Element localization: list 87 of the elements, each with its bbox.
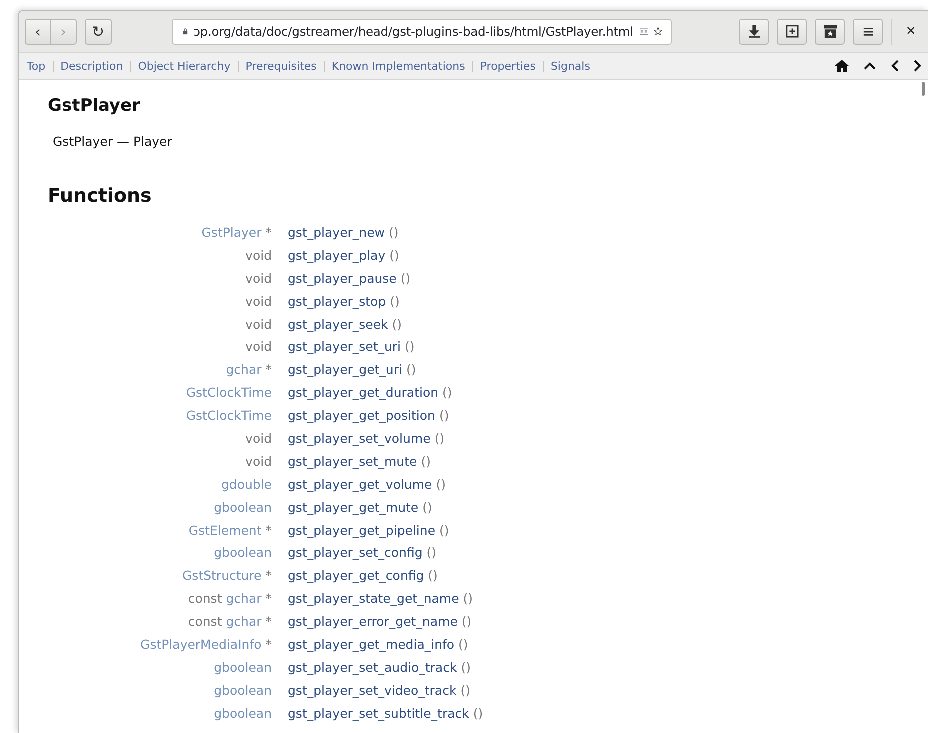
url-text: ɔp.org/data/doc/gstreamer/head/gst-plugins-bad-libs/html/GstPlayer.html bbox=[194, 24, 634, 38]
function-link[interactable]: gst_player_set_config bbox=[288, 545, 423, 560]
function-link[interactable]: gst_player_error_get_name bbox=[288, 614, 458, 630]
lock-icon bbox=[182, 26, 188, 37]
function-link[interactable]: gst_player_get_config bbox=[288, 568, 424, 584]
parentheses: () bbox=[461, 660, 471, 675]
nav-link[interactable]: Description bbox=[60, 60, 124, 72]
return-type: void bbox=[246, 294, 272, 309]
function-link[interactable]: gst_player_set_subtitle_track bbox=[288, 706, 470, 721]
nav-link[interactable]: Properties bbox=[480, 60, 536, 72]
parentheses: () bbox=[392, 316, 402, 332]
function-link[interactable]: gst_player_new bbox=[288, 224, 385, 240]
return-type: void bbox=[246, 454, 272, 469]
parentheses: () bbox=[442, 385, 452, 400]
parentheses: () bbox=[458, 636, 468, 652]
parentheses: () bbox=[460, 682, 470, 698]
parentheses: () bbox=[405, 339, 415, 354]
section-heading: Functions bbox=[48, 185, 153, 207]
function-link[interactable]: gst_player_get_position bbox=[288, 408, 436, 424]
parentheses: () bbox=[434, 430, 445, 446]
parentheses: () bbox=[463, 591, 474, 606]
function-link[interactable]: gst_player_set_volume bbox=[288, 430, 431, 446]
reload-button[interactable]: ↻ bbox=[85, 18, 112, 44]
type-qualifier: const bbox=[188, 591, 222, 606]
pointer-mark: * bbox=[266, 636, 272, 652]
download-icon bbox=[748, 25, 760, 38]
parentheses: () bbox=[406, 362, 416, 378]
parentheses: () bbox=[473, 706, 484, 721]
parentheses: () bbox=[421, 454, 431, 469]
download-button[interactable] bbox=[739, 18, 769, 44]
function-link[interactable]: gst_player_get_media_info bbox=[288, 636, 455, 652]
plus-box-icon bbox=[786, 25, 798, 38]
nav-link[interactable]: Signals bbox=[550, 60, 590, 72]
menu-icon bbox=[862, 26, 874, 36]
function-link[interactable]: gst_player_set_mute bbox=[288, 454, 418, 469]
menu-button[interactable] bbox=[853, 18, 883, 44]
return-type: void bbox=[246, 270, 272, 286]
function-link[interactable]: gst_player_state_get_name bbox=[288, 591, 460, 606]
parentheses: () bbox=[390, 294, 400, 309]
function-link[interactable]: gst_player_get_uri bbox=[288, 362, 402, 378]
parentheses: () bbox=[426, 545, 437, 560]
function-link[interactable]: gst_player_set_uri bbox=[288, 339, 402, 354]
function-link[interactable]: gst_player_get_duration bbox=[288, 385, 439, 400]
parentheses: () bbox=[428, 568, 438, 584]
parentheses: () bbox=[439, 408, 450, 424]
return-type: void bbox=[246, 316, 272, 332]
address-bar[interactable]: ɔp.org/data/doc/gstreamer/head/gst-plugins-bad-libs/html/GstPlayer.html bbox=[172, 18, 672, 44]
nav-link[interactable]: Known Implementations bbox=[332, 60, 466, 72]
type-qualifier: const bbox=[188, 614, 222, 630]
pointer-mark: * bbox=[266, 591, 272, 606]
return-type: void bbox=[246, 430, 272, 446]
function-link[interactable]: gst_player_get_pipeline bbox=[288, 522, 436, 538]
function-link[interactable]: gst_player_get_mute bbox=[288, 500, 419, 515]
parentheses: () bbox=[400, 270, 411, 286]
return-type: void bbox=[246, 248, 272, 263]
function-link[interactable]: gst_player_seek bbox=[288, 316, 388, 332]
pointer-mark: * bbox=[266, 224, 272, 240]
parentheses: () bbox=[388, 224, 399, 240]
function-link[interactable]: gst_player_set_video_track bbox=[288, 682, 457, 698]
function-link[interactable]: gst_player_play bbox=[288, 248, 386, 263]
page-description: GstPlayer — Player bbox=[53, 134, 174, 149]
pointer-mark: * bbox=[266, 568, 272, 584]
pocket-button[interactable] bbox=[815, 18, 845, 44]
close-button[interactable]: × bbox=[900, 22, 922, 40]
parentheses: () bbox=[440, 522, 450, 538]
scrollbar[interactable] bbox=[922, 82, 925, 96]
box-star-icon bbox=[824, 25, 836, 38]
parentheses: () bbox=[436, 476, 446, 492]
page-title: GstPlayer bbox=[48, 96, 142, 116]
pointer-mark: * bbox=[266, 522, 272, 538]
reader-view-icon[interactable] bbox=[640, 26, 648, 38]
new-tab-button[interactable] bbox=[777, 18, 807, 44]
function-link[interactable]: gst_player_pause bbox=[288, 270, 397, 286]
nav-link[interactable]: Top bbox=[27, 60, 46, 72]
nav-link[interactable]: Prerequisites bbox=[246, 60, 317, 72]
nav-link[interactable]: Object Hierarchy bbox=[138, 60, 231, 72]
parentheses: () bbox=[390, 248, 400, 263]
function-link[interactable]: gst_player_get_volume bbox=[288, 476, 432, 492]
pointer-mark: * bbox=[266, 362, 272, 378]
home-icon[interactable] bbox=[835, 60, 849, 72]
function-link[interactable]: gst_player_set_audio_track bbox=[288, 660, 458, 675]
parentheses: () bbox=[422, 500, 432, 515]
pointer-mark: * bbox=[266, 614, 272, 630]
function-link[interactable]: gst_player_stop bbox=[288, 294, 386, 309]
return-type: void bbox=[246, 339, 272, 354]
back-button[interactable]: ‹ bbox=[25, 18, 51, 44]
parentheses: () bbox=[462, 614, 472, 630]
